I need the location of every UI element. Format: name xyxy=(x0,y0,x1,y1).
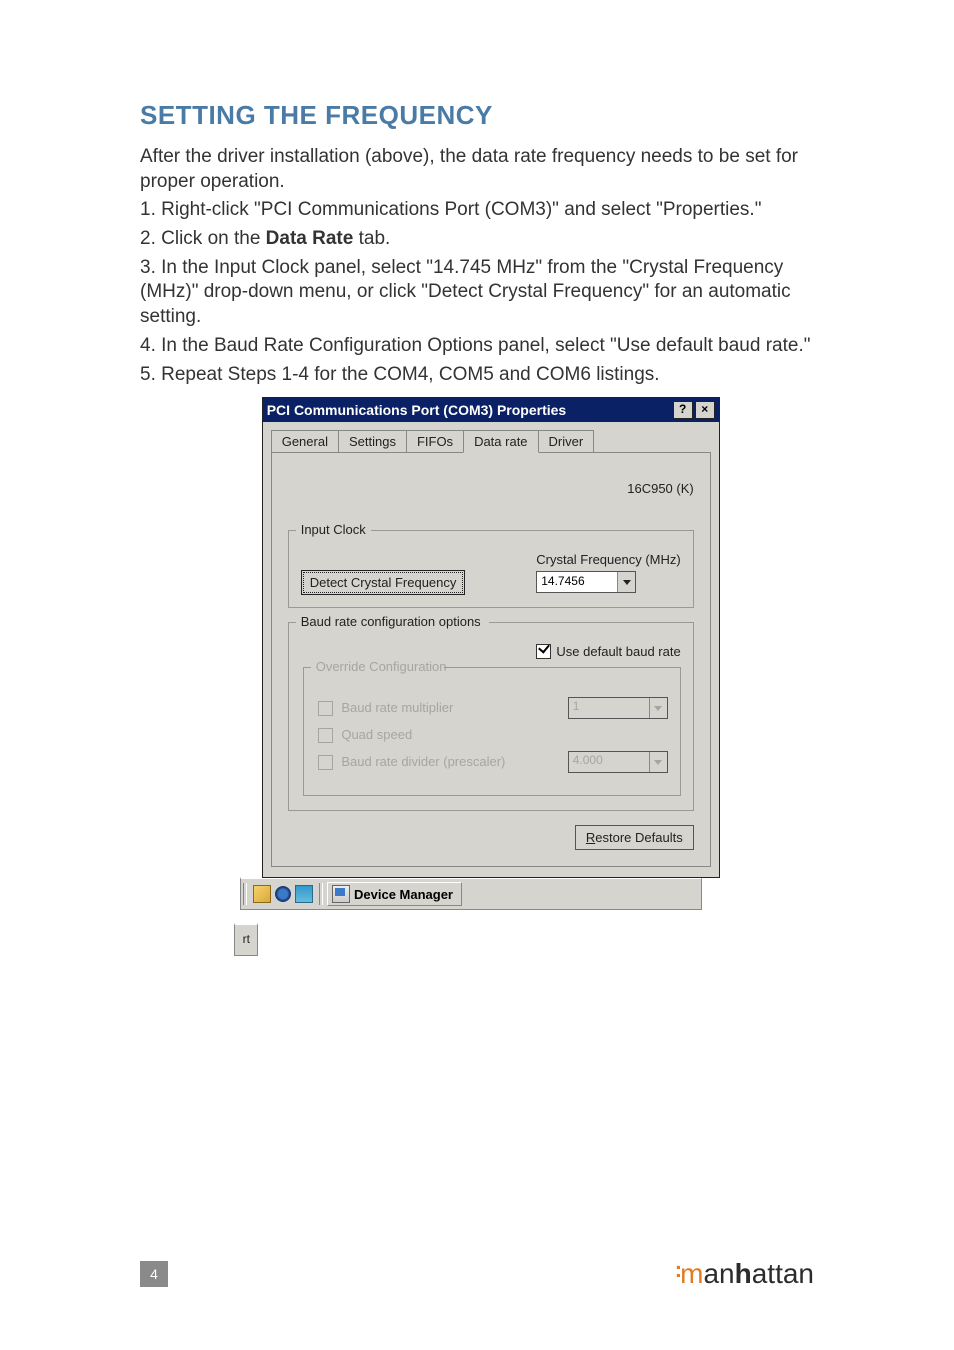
taskbar-quicklaunch xyxy=(249,879,317,909)
intro-text: After the driver installation (above), t… xyxy=(140,145,814,194)
baud-divider-checkbox xyxy=(318,755,333,770)
restore-defaults-label-rest: estore Defaults xyxy=(595,830,682,845)
close-button[interactable]: × xyxy=(695,401,715,419)
chevron-down-icon xyxy=(617,572,635,592)
restore-defaults-button[interactable]: Restore Defaults xyxy=(575,825,694,850)
step-2-bold: Data Rate xyxy=(266,228,354,249)
step-4: 4. In the Baud Rate Configuration Option… xyxy=(140,334,814,359)
page-number: 4 xyxy=(140,1261,168,1287)
use-default-baud-label: Use default baud rate xyxy=(556,644,680,659)
tab-driver[interactable]: Driver xyxy=(538,430,595,453)
chevron-down-icon xyxy=(649,698,667,718)
input-clock-legend: Input Clock xyxy=(298,522,369,537)
taskbar-device-manager-button[interactable]: Device Manager xyxy=(327,882,462,906)
chevron-down-icon xyxy=(649,752,667,772)
quad-speed-checkbox xyxy=(318,728,333,743)
baud-divider-dropdown: 4.000 xyxy=(568,751,668,773)
baud-multiplier-checkbox xyxy=(318,701,333,716)
baud-multiplier-label: Baud rate multiplier xyxy=(341,700,453,715)
heading-setting-frequency: SETTING THE FREQUENCY xyxy=(140,100,814,131)
device-manager-icon xyxy=(332,885,350,903)
uart-type-label: 16C950 (K) xyxy=(288,481,694,496)
quad-speed-label: Quad speed xyxy=(341,727,412,742)
baud-multiplier-dropdown: 1 xyxy=(568,697,668,719)
input-clock-group: Input Clock Detect Crystal Frequency Cry… xyxy=(288,530,694,608)
override-config-legend: Override Configuration xyxy=(313,659,450,674)
baud-config-group: Baud rate configuration options Use defa… xyxy=(288,622,694,811)
properties-dialog: PCI Communications Port (COM3) Propertie… xyxy=(262,397,720,878)
step-1: 1. Right-click "PCI Communications Port … xyxy=(140,198,814,223)
baud-config-legend: Baud rate configuration options xyxy=(298,614,484,629)
dialog-title: PCI Communications Port (COM3) Propertie… xyxy=(267,402,566,418)
detect-crystal-label: Detect Crystal Frequency xyxy=(310,575,457,590)
tab-settings[interactable]: Settings xyxy=(338,430,407,453)
outlook-icon[interactable] xyxy=(253,885,271,903)
brand-logo: :manhattan xyxy=(659,1258,814,1290)
step-5: 5. Repeat Steps 1-4 for the COM4, COM5 a… xyxy=(140,363,814,388)
taskbar: Device Manager xyxy=(240,877,702,910)
dialog-title-bar: PCI Communications Port (COM3) Propertie… xyxy=(263,398,719,422)
baud-divider-label: Baud rate divider (prescaler) xyxy=(341,754,505,769)
step-2-post: tab. xyxy=(353,228,390,249)
tab-fifos[interactable]: FIFOs xyxy=(406,430,464,453)
use-default-baud-checkbox[interactable] xyxy=(536,644,551,659)
step-2: 2. Click on the Data Rate tab. xyxy=(140,227,814,252)
tab-content: 16C950 (K) Input Clock Detect Crystal Fr… xyxy=(271,452,711,867)
baud-divider-value: 4.000 xyxy=(569,751,607,769)
internet-explorer-icon[interactable] xyxy=(275,886,291,902)
detect-crystal-button[interactable]: Detect Crystal Frequency xyxy=(303,572,464,593)
step-3: 3. In the Input Clock panel, select "14.… xyxy=(140,256,814,330)
tab-strip: General Settings FIFOs Data rate Driver xyxy=(271,430,711,453)
override-config-group: Override Configuration Baud rate multipl… xyxy=(303,667,681,796)
crystal-freq-label: Crystal Frequency (MHz) xyxy=(536,552,680,567)
baud-multiplier-value: 1 xyxy=(569,697,584,715)
show-desktop-icon[interactable] xyxy=(295,885,313,903)
help-button[interactable]: ? xyxy=(673,401,693,419)
tab-data-rate[interactable]: Data rate xyxy=(463,430,538,453)
crystal-freq-dropdown[interactable]: 14.7456 xyxy=(536,571,636,593)
step-2-pre: 2. Click on the xyxy=(140,228,266,249)
taskbar-fragment-rt: rt xyxy=(234,923,258,956)
tab-general[interactable]: General xyxy=(271,430,339,453)
taskbar-device-manager-label: Device Manager xyxy=(354,887,453,902)
